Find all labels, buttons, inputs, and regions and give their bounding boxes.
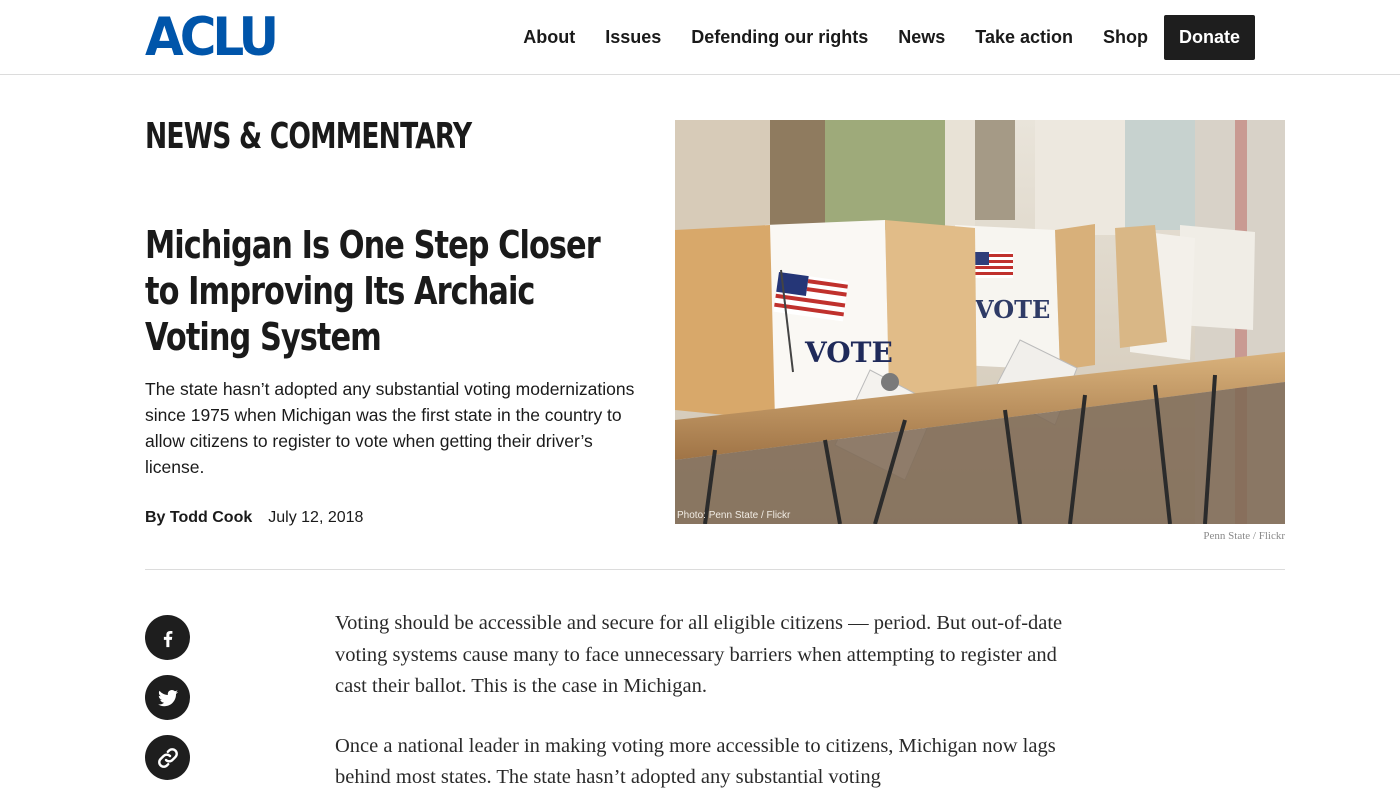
main-nav: About Issues Defending our rights News T… xyxy=(523,15,1255,60)
article-body: Voting should be accessible and secure f… xyxy=(335,608,1075,800)
share-facebook-button[interactable] xyxy=(145,615,190,660)
divider xyxy=(145,569,1285,570)
share-twitter-button[interactable] xyxy=(145,675,190,720)
section-eyebrow[interactable]: NEWS & COMMENTARY xyxy=(145,116,472,157)
nav-about[interactable]: About xyxy=(523,27,575,48)
article-headline: Michigan Is One Step Closer to Improving… xyxy=(145,223,601,359)
svg-text:VOTE: VOTE xyxy=(974,295,1050,324)
nav-take-action[interactable]: Take action xyxy=(975,27,1073,48)
donate-button[interactable]: Donate xyxy=(1163,15,1255,60)
photo-caption: Penn State / Flickr xyxy=(1203,530,1285,542)
aclu-logo[interactable]: ACLU xyxy=(145,6,279,68)
site-header: ACLU About Issues Defending our rights N… xyxy=(0,0,1400,75)
body-paragraph: Voting should be accessible and secure f… xyxy=(335,612,1063,697)
nav-issues[interactable]: Issues xyxy=(605,27,661,48)
nav-news[interactable]: News xyxy=(898,27,945,48)
photo-credit-overlay: Photo: Penn State / Flickr xyxy=(677,510,791,521)
svg-text:VOTE: VOTE xyxy=(804,336,893,369)
author-name[interactable]: By Todd Cook xyxy=(145,509,252,527)
body-paragraph: Once a national leader in making voting … xyxy=(335,734,1056,789)
article-summary: The state hasn’t adopted any substantial… xyxy=(145,379,635,477)
logo-text: ACLU xyxy=(145,6,279,68)
copy-link-button[interactable] xyxy=(145,735,190,780)
hero-photo: VOTE VOTE xyxy=(675,120,1285,524)
publish-date: July 12, 2018 xyxy=(268,509,364,526)
byline: By Todd Cook July 12, 2018 xyxy=(145,509,363,527)
link-icon xyxy=(157,747,178,768)
facebook-icon xyxy=(163,630,172,647)
nav-shop[interactable]: Shop xyxy=(1103,27,1148,48)
voting-booths-illustration: VOTE VOTE xyxy=(675,120,1285,524)
twitter-icon xyxy=(157,689,178,706)
nav-defending-our-rights[interactable]: Defending our rights xyxy=(691,27,868,48)
